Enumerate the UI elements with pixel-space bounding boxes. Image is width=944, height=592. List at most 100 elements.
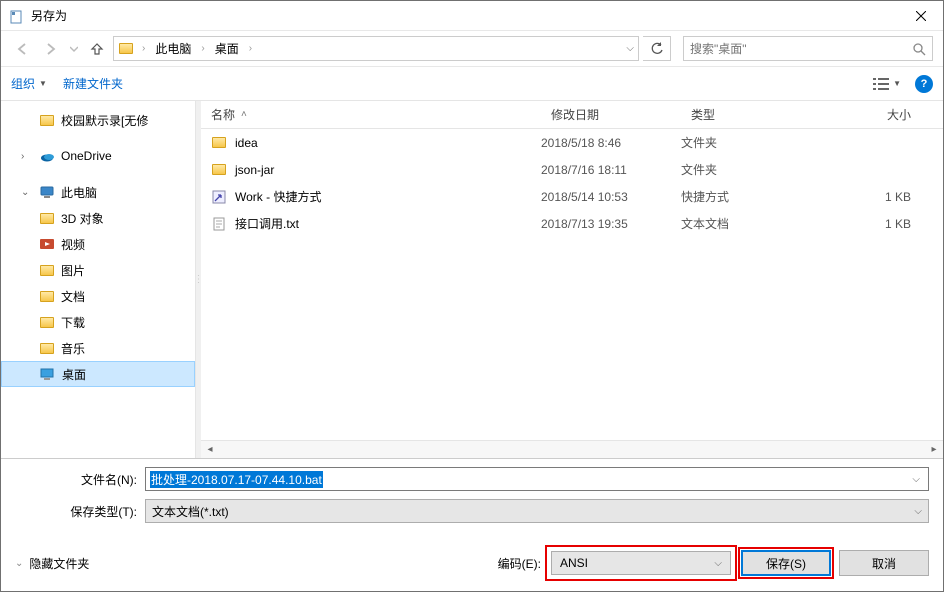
chevron-down-icon: ⌵ — [714, 558, 722, 569]
cancel-button[interactable]: 取消 — [839, 550, 929, 576]
chevron-down-icon: ▼ — [893, 79, 901, 88]
breadcrumb-root[interactable]: 此电脑 — [153, 40, 193, 57]
hide-folders-label: 隐藏文件夹 — [29, 555, 89, 572]
search-box[interactable] — [683, 36, 933, 61]
chevron-down-icon[interactable]: ⌵ — [908, 474, 924, 485]
sidebar-item-videos[interactable]: 视频 — [1, 231, 195, 257]
folder-icon — [39, 314, 55, 330]
sidebar-item-label: 3D 对象 — [61, 210, 104, 227]
breadcrumb-current[interactable]: 桌面 — [213, 40, 241, 57]
sidebar-item-documents[interactable]: 文档 — [1, 283, 195, 309]
sidebar: 校园默示录[无修 › OneDrive ⌄ 此电脑 3D 对象 — [1, 101, 196, 458]
filename-label: 文件名(N): — [15, 471, 145, 488]
sidebar-item-onedrive[interactable]: › OneDrive — [1, 143, 195, 169]
file-row[interactable]: Work - 快捷方式 2018/5/14 10:53 快捷方式 1 KB — [201, 183, 943, 210]
file-row[interactable]: idea 2018/5/18 8:46 文件夹 — [201, 129, 943, 156]
encoding-select[interactable]: ANSI ⌵ — [551, 551, 731, 575]
save-as-dialog: 另存为 › 此电脑 › 桌面 › ⌵ — [0, 0, 944, 592]
chevron-down-icon: ⌵ — [914, 506, 922, 517]
address-history-dropdown[interactable]: ⌵ — [626, 43, 634, 54]
refresh-button[interactable] — [643, 36, 671, 61]
sidebar-item-label: 音乐 — [61, 340, 85, 357]
chevron-right-icon: › — [197, 43, 208, 54]
sidebar-item-label: 校园默示录[无修 — [61, 112, 148, 129]
shortcut-icon — [211, 189, 227, 205]
chevron-right-icon: › — [138, 43, 149, 54]
sidebar-item-label: 图片 — [61, 262, 85, 279]
sort-asc-icon: ˄ — [241, 109, 247, 120]
onedrive-icon — [39, 148, 55, 164]
text-file-icon — [211, 216, 227, 232]
sidebar-item-label: 桌面 — [62, 366, 86, 383]
videos-icon — [39, 236, 55, 252]
toolbar: 组织 ▼ 新建文件夹 ▼ ? — [1, 67, 943, 101]
encoding-label: 编码(E): — [498, 555, 541, 572]
folder-icon — [39, 262, 55, 278]
folder-icon — [39, 288, 55, 304]
file-pane: 名称 ˄ 修改日期 类型 大小 idea 2018/5/18 8:46 文件夹 … — [201, 101, 943, 458]
sidebar-item-downloads[interactable]: 下载 — [1, 309, 195, 335]
back-button[interactable] — [11, 37, 35, 61]
close-button[interactable] — [898, 1, 943, 30]
filename-input[interactable]: 批处理-2018.07.17-07.44.10.bat ⌵ — [145, 467, 929, 491]
col-modified[interactable]: 修改日期 — [541, 106, 681, 123]
view-mode-button[interactable]: ▼ — [873, 77, 901, 91]
navbar: › 此电脑 › 桌面 › ⌵ — [1, 31, 943, 67]
window-title: 另存为 — [31, 7, 898, 24]
file-row[interactable]: json-jar 2018/7/16 18:11 文件夹 — [201, 156, 943, 183]
column-headers: 名称 ˄ 修改日期 类型 大小 — [201, 101, 943, 129]
expand-icon[interactable]: › — [21, 151, 33, 162]
file-list: idea 2018/5/18 8:46 文件夹 json-jar 2018/7/… — [201, 129, 943, 440]
col-name[interactable]: 名称 ˄ — [201, 106, 541, 123]
encoding-value: ANSI — [560, 556, 588, 570]
sidebar-item-folder[interactable]: 校园默示录[无修 — [1, 107, 195, 133]
sidebar-item-thispc[interactable]: ⌄ 此电脑 — [1, 179, 195, 205]
new-folder-button[interactable]: 新建文件夹 — [63, 75, 123, 92]
sidebar-item-label: 此电脑 — [61, 184, 97, 201]
chevron-right-icon: › — [245, 43, 256, 54]
col-size[interactable]: 大小 — [831, 106, 921, 123]
address-bar[interactable]: › 此电脑 › 桌面 › ⌵ — [113, 36, 639, 61]
folder-icon — [211, 135, 227, 151]
folder-icon — [39, 210, 55, 226]
forward-button[interactable] — [39, 37, 63, 61]
help-button[interactable]: ? — [915, 75, 933, 93]
filetype-label: 保存类型(T): — [15, 503, 145, 520]
history-dropdown[interactable] — [67, 37, 81, 61]
sidebar-item-pictures[interactable]: 图片 — [1, 257, 195, 283]
titlebar: 另存为 — [1, 1, 943, 31]
folder-icon — [211, 162, 227, 178]
scroll-right-button[interactable]: ▸ — [925, 441, 943, 459]
file-row[interactable]: 接口调用.txt 2018/7/13 19:35 文本文档 1 KB — [201, 210, 943, 237]
filetype-value: 文本文档(*.txt) — [152, 503, 229, 520]
organize-label: 组织 — [11, 75, 35, 92]
sidebar-item-label: 视频 — [61, 236, 85, 253]
collapse-icon[interactable]: ⌄ — [21, 187, 33, 198]
sidebar-item-label: OneDrive — [61, 149, 112, 163]
search-input[interactable] — [690, 42, 912, 56]
sidebar-item-label: 下载 — [61, 314, 85, 331]
filename-value: 批处理-2018.07.17-07.44.10.bat — [150, 471, 323, 488]
footer: ⌄ 隐藏文件夹 编码(E): ANSI ⌵ 保存(S) 取消 — [1, 539, 943, 591]
save-button[interactable]: 保存(S) — [741, 550, 831, 576]
pc-icon — [39, 184, 55, 200]
sidebar-item-music[interactable]: 音乐 — [1, 335, 195, 361]
filetype-select[interactable]: 文本文档(*.txt) ⌵ — [145, 499, 929, 523]
app-icon — [9, 8, 25, 24]
organize-button[interactable]: 组织 ▼ — [11, 75, 47, 92]
chevron-down-icon: ▼ — [39, 79, 47, 88]
sidebar-item-desktop[interactable]: 桌面 — [1, 361, 195, 387]
sidebar-item-label: 文档 — [61, 288, 85, 305]
col-type[interactable]: 类型 — [681, 106, 831, 123]
new-folder-label: 新建文件夹 — [63, 75, 123, 92]
folder-icon — [118, 41, 134, 57]
scroll-track[interactable] — [219, 441, 925, 459]
up-button[interactable] — [85, 37, 109, 61]
sidebar-item-3dobjects[interactable]: 3D 对象 — [1, 205, 195, 231]
scroll-left-button[interactable]: ◂ — [201, 441, 219, 459]
hide-folders-toggle[interactable]: ⌄ 隐藏文件夹 — [15, 555, 89, 572]
desktop-icon — [40, 366, 56, 382]
search-icon — [912, 42, 926, 56]
horizontal-scrollbar[interactable]: ◂ ▸ — [201, 440, 943, 458]
chevron-down-icon: ⌄ — [15, 558, 23, 569]
